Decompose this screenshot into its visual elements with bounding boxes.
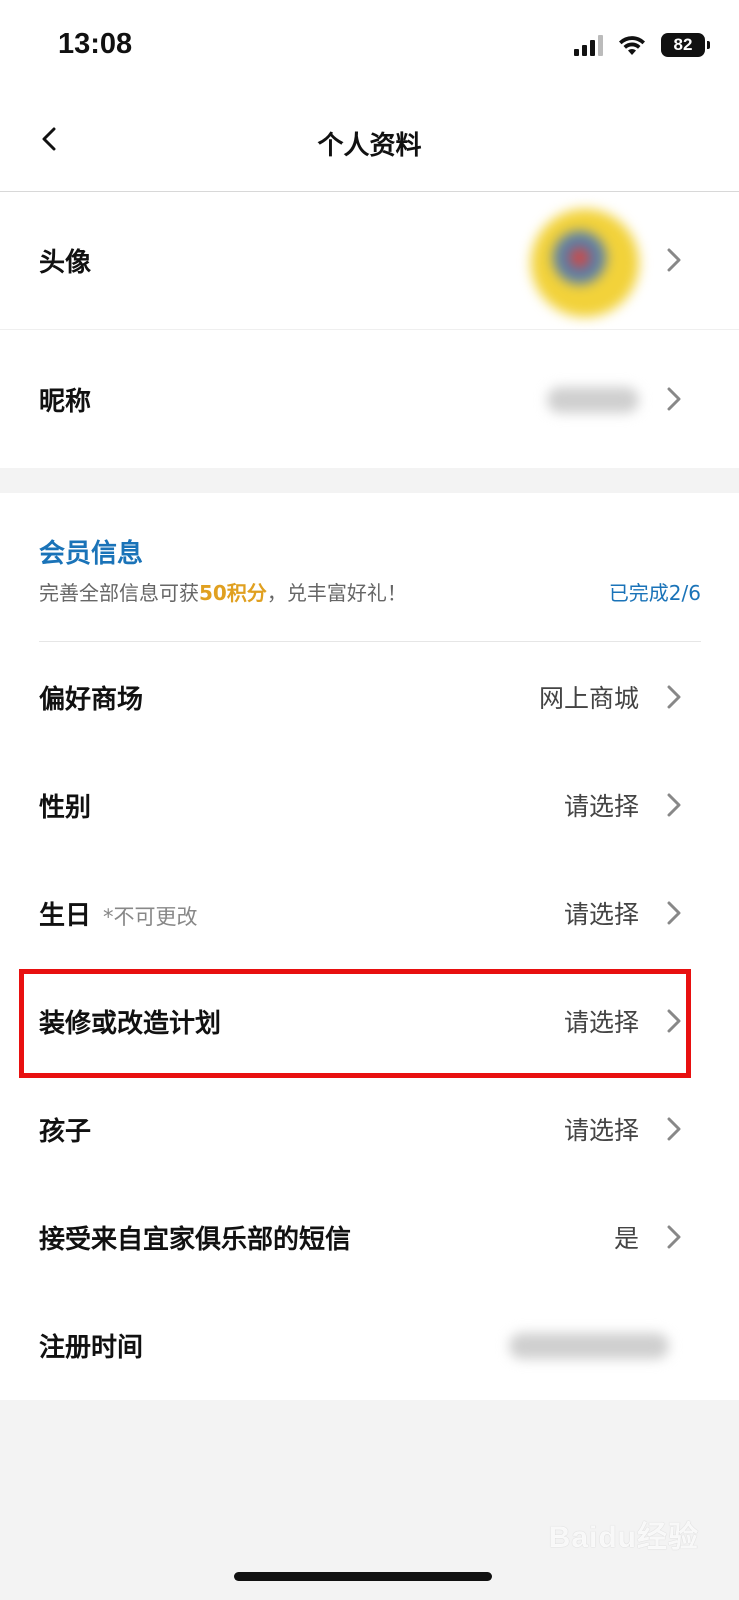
chevron-right-icon [667, 1117, 681, 1141]
status-time: 13:08 [58, 28, 133, 60]
chevron-right-icon [667, 1225, 681, 1249]
wifi-icon [617, 34, 647, 56]
preferred-store-row[interactable]: 偏好商场 网上商城 [0, 643, 739, 751]
page-title: 个人资料 [317, 131, 422, 161]
points-highlight: 50积分 [199, 581, 267, 605]
highlight-annotation [19, 969, 691, 1078]
row-label: 接受来自宜家俱乐部的短信 [39, 1224, 352, 1255]
status-icons: 82 [574, 33, 710, 57]
battery-icon: 82 [661, 33, 710, 57]
chevron-right-icon [667, 248, 681, 272]
watermark: Baidu经验 [548, 1521, 699, 1554]
row-label: 孩子 [39, 1116, 92, 1147]
nickname-row[interactable]: 昵称 [0, 330, 739, 468]
avatar-row[interactable]: 头像 [0, 192, 739, 329]
subtitle-text: 完善全部信息可获 [39, 581, 199, 605]
row-value: 网上商城 [538, 684, 639, 713]
row-label-text: 生日 [39, 900, 92, 931]
divider [39, 641, 701, 642]
chevron-right-icon [667, 793, 681, 817]
birthday-row[interactable]: 生日 *不可更改 请选择 [0, 859, 739, 967]
row-label: 偏好商场 [39, 684, 144, 715]
gender-row[interactable]: 性别 请选择 [0, 751, 739, 859]
completion-progress: 已完成2/6 [608, 581, 701, 605]
home-indicator[interactable] [234, 1572, 492, 1581]
registration-time-row: 注册时间 [0, 1291, 739, 1399]
row-value: 请选择 [563, 792, 639, 821]
row-label: 生日 *不可更改 [39, 895, 198, 932]
row-value: 请选择 [563, 900, 639, 929]
row-note: *不可更改 [103, 904, 198, 929]
row-label: 性别 [39, 792, 92, 823]
member-info-section: 会员信息 完善全部信息可获50积分，兑丰富好礼！ 已完成2/6 偏好商场 网上商… [0, 493, 739, 1400]
chevron-right-icon [667, 685, 681, 709]
sms-consent-row[interactable]: 接受来自宜家俱乐部的短信 是 [0, 1183, 739, 1291]
children-row[interactable]: 孩子 请选择 [0, 1075, 739, 1183]
nickname-label: 昵称 [39, 386, 92, 417]
row-value: 请选择 [563, 1116, 639, 1145]
nickname-value-blurred [547, 387, 639, 413]
chevron-right-icon [667, 901, 681, 925]
profile-section: 头像 昵称 [0, 192, 739, 468]
nav-bar: 个人资料 [0, 95, 739, 192]
row-label: 注册时间 [39, 1332, 144, 1363]
avatar [531, 209, 639, 317]
chevron-right-icon [667, 387, 681, 411]
member-info-subtitle: 完善全部信息可获50积分，兑丰富好礼！ [39, 577, 407, 606]
status-bar: 13:08 82 [0, 0, 739, 95]
registration-time-blurred [509, 1333, 669, 1359]
row-value: 是 [613, 1224, 639, 1253]
cellular-signal-icon [574, 34, 603, 56]
member-info-title: 会员信息 [39, 539, 144, 569]
subtitle-text: ，兑丰富好礼！ [266, 581, 407, 605]
avatar-label: 头像 [39, 248, 92, 278]
